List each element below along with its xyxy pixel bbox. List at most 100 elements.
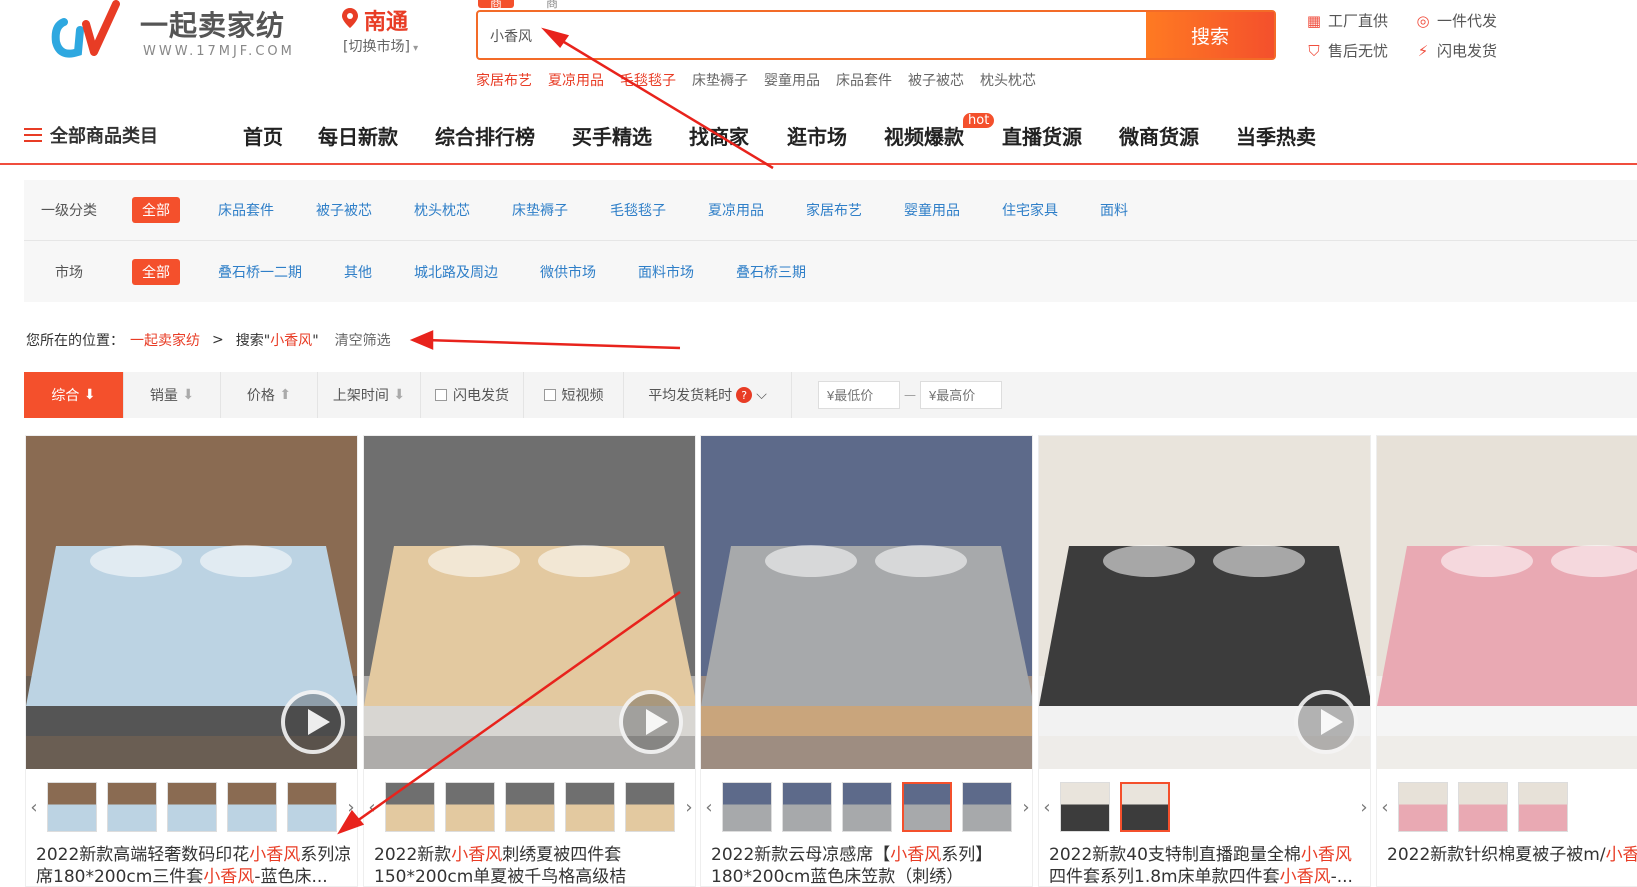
sort-composite[interactable]: 综合 ⬇ bbox=[24, 372, 124, 418]
nav-buyer-picks[interactable]: 买手精选 bbox=[572, 121, 652, 150]
brand-logo[interactable] bbox=[50, 0, 140, 62]
market-option-4[interactable]: 微供市场 bbox=[540, 262, 596, 282]
flash-ship-checkbox[interactable]: 闪电发货 bbox=[421, 372, 524, 418]
category-option-9[interactable]: 住宅家具 bbox=[1002, 200, 1058, 220]
brand-name[interactable]: 一起卖家纺 bbox=[140, 4, 285, 44]
chevron-right-icon[interactable]: › bbox=[681, 797, 695, 818]
chevron-left-icon[interactable]: ‹ bbox=[701, 797, 717, 818]
product-thumbnail[interactable] bbox=[107, 782, 157, 832]
sort-sales[interactable]: 销量 ⬇ bbox=[124, 372, 221, 418]
category-option-5[interactable]: 毛毯毯子 bbox=[610, 200, 666, 220]
market-option-1[interactable]: 叠石桥一二期 bbox=[218, 262, 302, 282]
max-price-input[interactable] bbox=[920, 381, 1002, 409]
category-option-8[interactable]: 婴童用品 bbox=[904, 200, 960, 220]
chevron-left-icon[interactable]: ‹ bbox=[1377, 797, 1393, 818]
sort-price[interactable]: 价格 ⬆ bbox=[221, 372, 318, 418]
category-option-4[interactable]: 床垫褥子 bbox=[512, 200, 568, 220]
nav-markets[interactable]: 逛市场 bbox=[787, 121, 847, 150]
sort-listed-time[interactable]: 上架时间 ⬇ bbox=[318, 372, 421, 418]
service-dropship[interactable]: ◎ 一件代发 bbox=[1415, 10, 1497, 31]
nav-daily-new[interactable]: 每日新款 bbox=[318, 121, 398, 150]
all-categories-menu[interactable]: 全部商品类目 bbox=[24, 122, 158, 148]
product-card[interactable]: ‹ › 2022新款高端轻奢数码印花小香风系列凉席180*200cm三件套小香风-… bbox=[25, 435, 358, 887]
nav-season-hot[interactable]: 当季热卖 bbox=[1236, 121, 1316, 150]
product-thumbnail[interactable] bbox=[962, 782, 1012, 832]
nav-find-shop[interactable]: 找商家 bbox=[689, 121, 749, 150]
product-thumbnail[interactable] bbox=[1398, 782, 1448, 832]
play-video-icon[interactable] bbox=[1294, 690, 1358, 754]
chevron-left-icon[interactable]: ‹ bbox=[1039, 797, 1055, 818]
service-aftersale[interactable]: ⛉ 售后无忧 bbox=[1306, 40, 1388, 61]
tab-products[interactable]: 商品 bbox=[478, 0, 515, 27]
hotword-0[interactable]: 家居布艺 bbox=[476, 70, 532, 90]
hotword-2[interactable]: 毛毯毯子 bbox=[620, 70, 676, 90]
product-thumbnail[interactable] bbox=[1458, 782, 1508, 832]
market-option-2[interactable]: 其他 bbox=[344, 262, 372, 282]
product-thumbnail[interactable] bbox=[287, 782, 337, 832]
product-thumbnail[interactable] bbox=[445, 782, 495, 832]
category-option-0[interactable]: 全部 bbox=[132, 197, 180, 223]
market-option-6[interactable]: 叠石桥三期 bbox=[736, 262, 806, 282]
category-option-7[interactable]: 家居布艺 bbox=[806, 200, 862, 220]
chevron-right-icon[interactable]: › bbox=[1356, 797, 1370, 818]
hotword-4[interactable]: 婴童用品 bbox=[764, 70, 820, 90]
product-thumbnail[interactable] bbox=[385, 782, 435, 832]
hotword-6[interactable]: 被子被芯 bbox=[908, 70, 964, 90]
chevron-right-icon[interactable]: › bbox=[343, 797, 357, 818]
product-thumbnail[interactable] bbox=[722, 782, 772, 832]
hotword-1[interactable]: 夏凉用品 bbox=[548, 70, 604, 90]
market-option-0[interactable]: 全部 bbox=[132, 258, 180, 285]
service-flash[interactable]: ⚡ 闪电发货 bbox=[1415, 40, 1497, 61]
product-thumbnail[interactable] bbox=[1060, 782, 1110, 832]
hotword-7[interactable]: 枕头枕芯 bbox=[980, 70, 1036, 90]
nav-wechat-supply[interactable]: 微商货源 bbox=[1119, 121, 1199, 150]
product-card[interactable]: ‹ › 2022新款小香风刺绣夏被四件套150*200cm单夏被千鸟格高级桔 bbox=[363, 435, 696, 887]
category-option-3[interactable]: 枕头枕芯 bbox=[414, 200, 470, 220]
search-button[interactable]: 搜索 bbox=[1146, 12, 1274, 58]
nav-live-supply[interactable]: 直播货源 bbox=[1002, 121, 1082, 150]
min-price-input[interactable] bbox=[818, 381, 900, 409]
nav-ranking[interactable]: 综合排行榜 bbox=[435, 121, 535, 150]
product-image[interactable] bbox=[1377, 436, 1637, 769]
hotword-5[interactable]: 床品套件 bbox=[836, 70, 892, 90]
nav-home[interactable]: 首页 bbox=[243, 121, 283, 150]
chevron-right-icon[interactable]: › bbox=[1018, 797, 1032, 818]
avg-ship-time-dropdown[interactable]: 平均发货耗时? ⌵ bbox=[624, 372, 792, 418]
play-video-icon[interactable] bbox=[619, 690, 683, 754]
category-option-6[interactable]: 夏凉用品 bbox=[708, 200, 764, 220]
product-image[interactable] bbox=[701, 436, 1033, 769]
product-title[interactable]: 2022新款40支特制直播跑量全棉小香风四件套系列1.8m床单款四件套小香风-.… bbox=[1049, 844, 1365, 886]
chevron-left-icon[interactable]: ‹ bbox=[26, 797, 42, 818]
product-thumbnail[interactable] bbox=[902, 782, 952, 832]
product-title[interactable]: 2022新款针织棉夏被子被m/小香风格-粉 bbox=[1387, 844, 1637, 866]
nav-video-hits[interactable]: 视频爆款 bbox=[884, 121, 964, 150]
product-card[interactable]: ‹› 2022新款针织棉夏被子被m/小香风格-粉 bbox=[1376, 435, 1637, 887]
product-thumbnail[interactable] bbox=[227, 782, 277, 832]
play-video-icon[interactable] bbox=[281, 690, 345, 754]
product-thumbnail[interactable] bbox=[782, 782, 832, 832]
breadcrumb-home[interactable]: 一起卖家纺 bbox=[130, 330, 200, 350]
switch-market-link[interactable]: [切换市场] ▾ bbox=[343, 36, 418, 56]
chevron-left-icon[interactable]: ‹ bbox=[364, 797, 380, 818]
category-option-1[interactable]: 床品套件 bbox=[218, 200, 274, 220]
product-card[interactable]: ‹ › 2022新款40支特制直播跑量全棉小香风四件套系列1.8m床单款四件套小香… bbox=[1038, 435, 1371, 887]
product-thumbnail[interactable] bbox=[1518, 782, 1568, 832]
search-input[interactable] bbox=[488, 22, 1108, 50]
product-thumbnail[interactable] bbox=[167, 782, 217, 832]
product-thumbnail[interactable] bbox=[47, 782, 97, 832]
service-factory[interactable]: ▦ 工厂直供 bbox=[1306, 10, 1388, 31]
product-thumbnail[interactable] bbox=[625, 782, 675, 832]
hotword-3[interactable]: 床垫褥子 bbox=[692, 70, 748, 90]
product-title[interactable]: 2022新款小香风刺绣夏被四件套150*200cm单夏被千鸟格高级桔 bbox=[374, 844, 690, 886]
product-card[interactable]: ‹ › 2022新款云母凉感席【小香风系列】180*200cm蓝色床笠款（刺绣） bbox=[700, 435, 1033, 887]
product-thumbnail[interactable] bbox=[1120, 782, 1170, 832]
tab-shops[interactable]: 商家 bbox=[534, 0, 570, 27]
product-title[interactable]: 2022新款高端轻奢数码印花小香风系列凉席180*200cm三件套小香风-蓝色床… bbox=[36, 844, 352, 886]
category-option-2[interactable]: 被子被芯 bbox=[316, 200, 372, 220]
product-title[interactable]: 2022新款云母凉感席【小香风系列】180*200cm蓝色床笠款（刺绣） bbox=[711, 844, 1027, 886]
product-thumbnail[interactable] bbox=[505, 782, 555, 832]
category-option-10[interactable]: 面料 bbox=[1100, 200, 1128, 220]
market-option-5[interactable]: 面料市场 bbox=[638, 262, 694, 282]
help-icon[interactable]: ? bbox=[736, 387, 753, 403]
product-thumbnail[interactable] bbox=[842, 782, 892, 832]
